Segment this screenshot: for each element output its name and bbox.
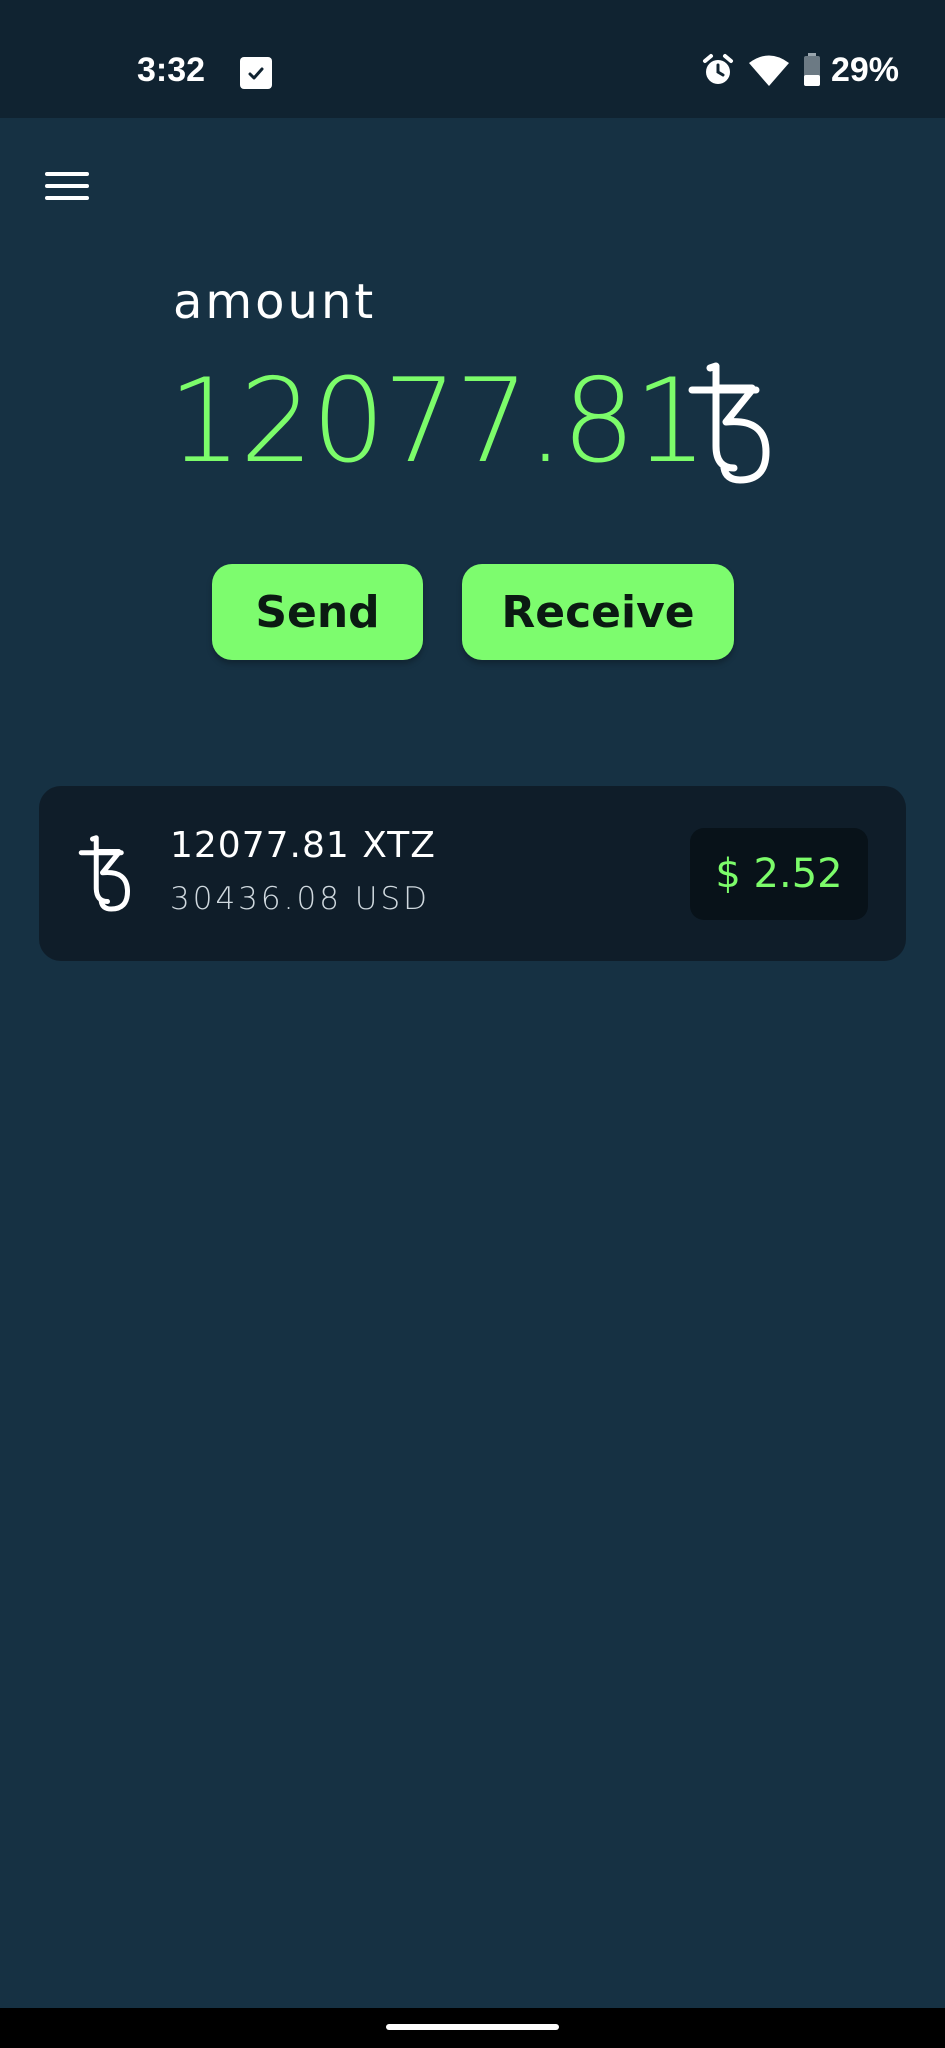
status-bar: 3:32 29%	[0, 0, 945, 118]
send-button[interactable]: Send	[212, 564, 423, 660]
token-usd-value: 30436.08 USD	[170, 881, 431, 917]
tezos-icon	[75, 834, 135, 914]
navigation-bar	[0, 2008, 945, 2048]
tezos-icon	[682, 360, 778, 488]
home-gesture-handle[interactable]	[386, 2024, 559, 2030]
token-card-xtz[interactable]: 12077.81 XTZ 30436.08 USD $ 2.52	[39, 786, 906, 961]
status-time: 3:32	[137, 51, 206, 89]
checkbox-notification-icon	[240, 57, 272, 89]
receive-button[interactable]: Receive	[462, 564, 734, 660]
token-price-badge: $ 2.52	[690, 828, 868, 920]
battery-icon	[803, 53, 821, 87]
status-icons: 29%	[701, 48, 899, 92]
token-amount: 12077.81 XTZ	[170, 825, 436, 866]
hamburger-menu-icon[interactable]	[40, 166, 94, 206]
battery-level: 29%	[830, 50, 899, 89]
wifi-icon	[748, 54, 789, 86]
amount-value: 12077.81	[168, 354, 707, 489]
amount-label: amount	[173, 274, 377, 330]
alarm-icon	[701, 53, 735, 87]
